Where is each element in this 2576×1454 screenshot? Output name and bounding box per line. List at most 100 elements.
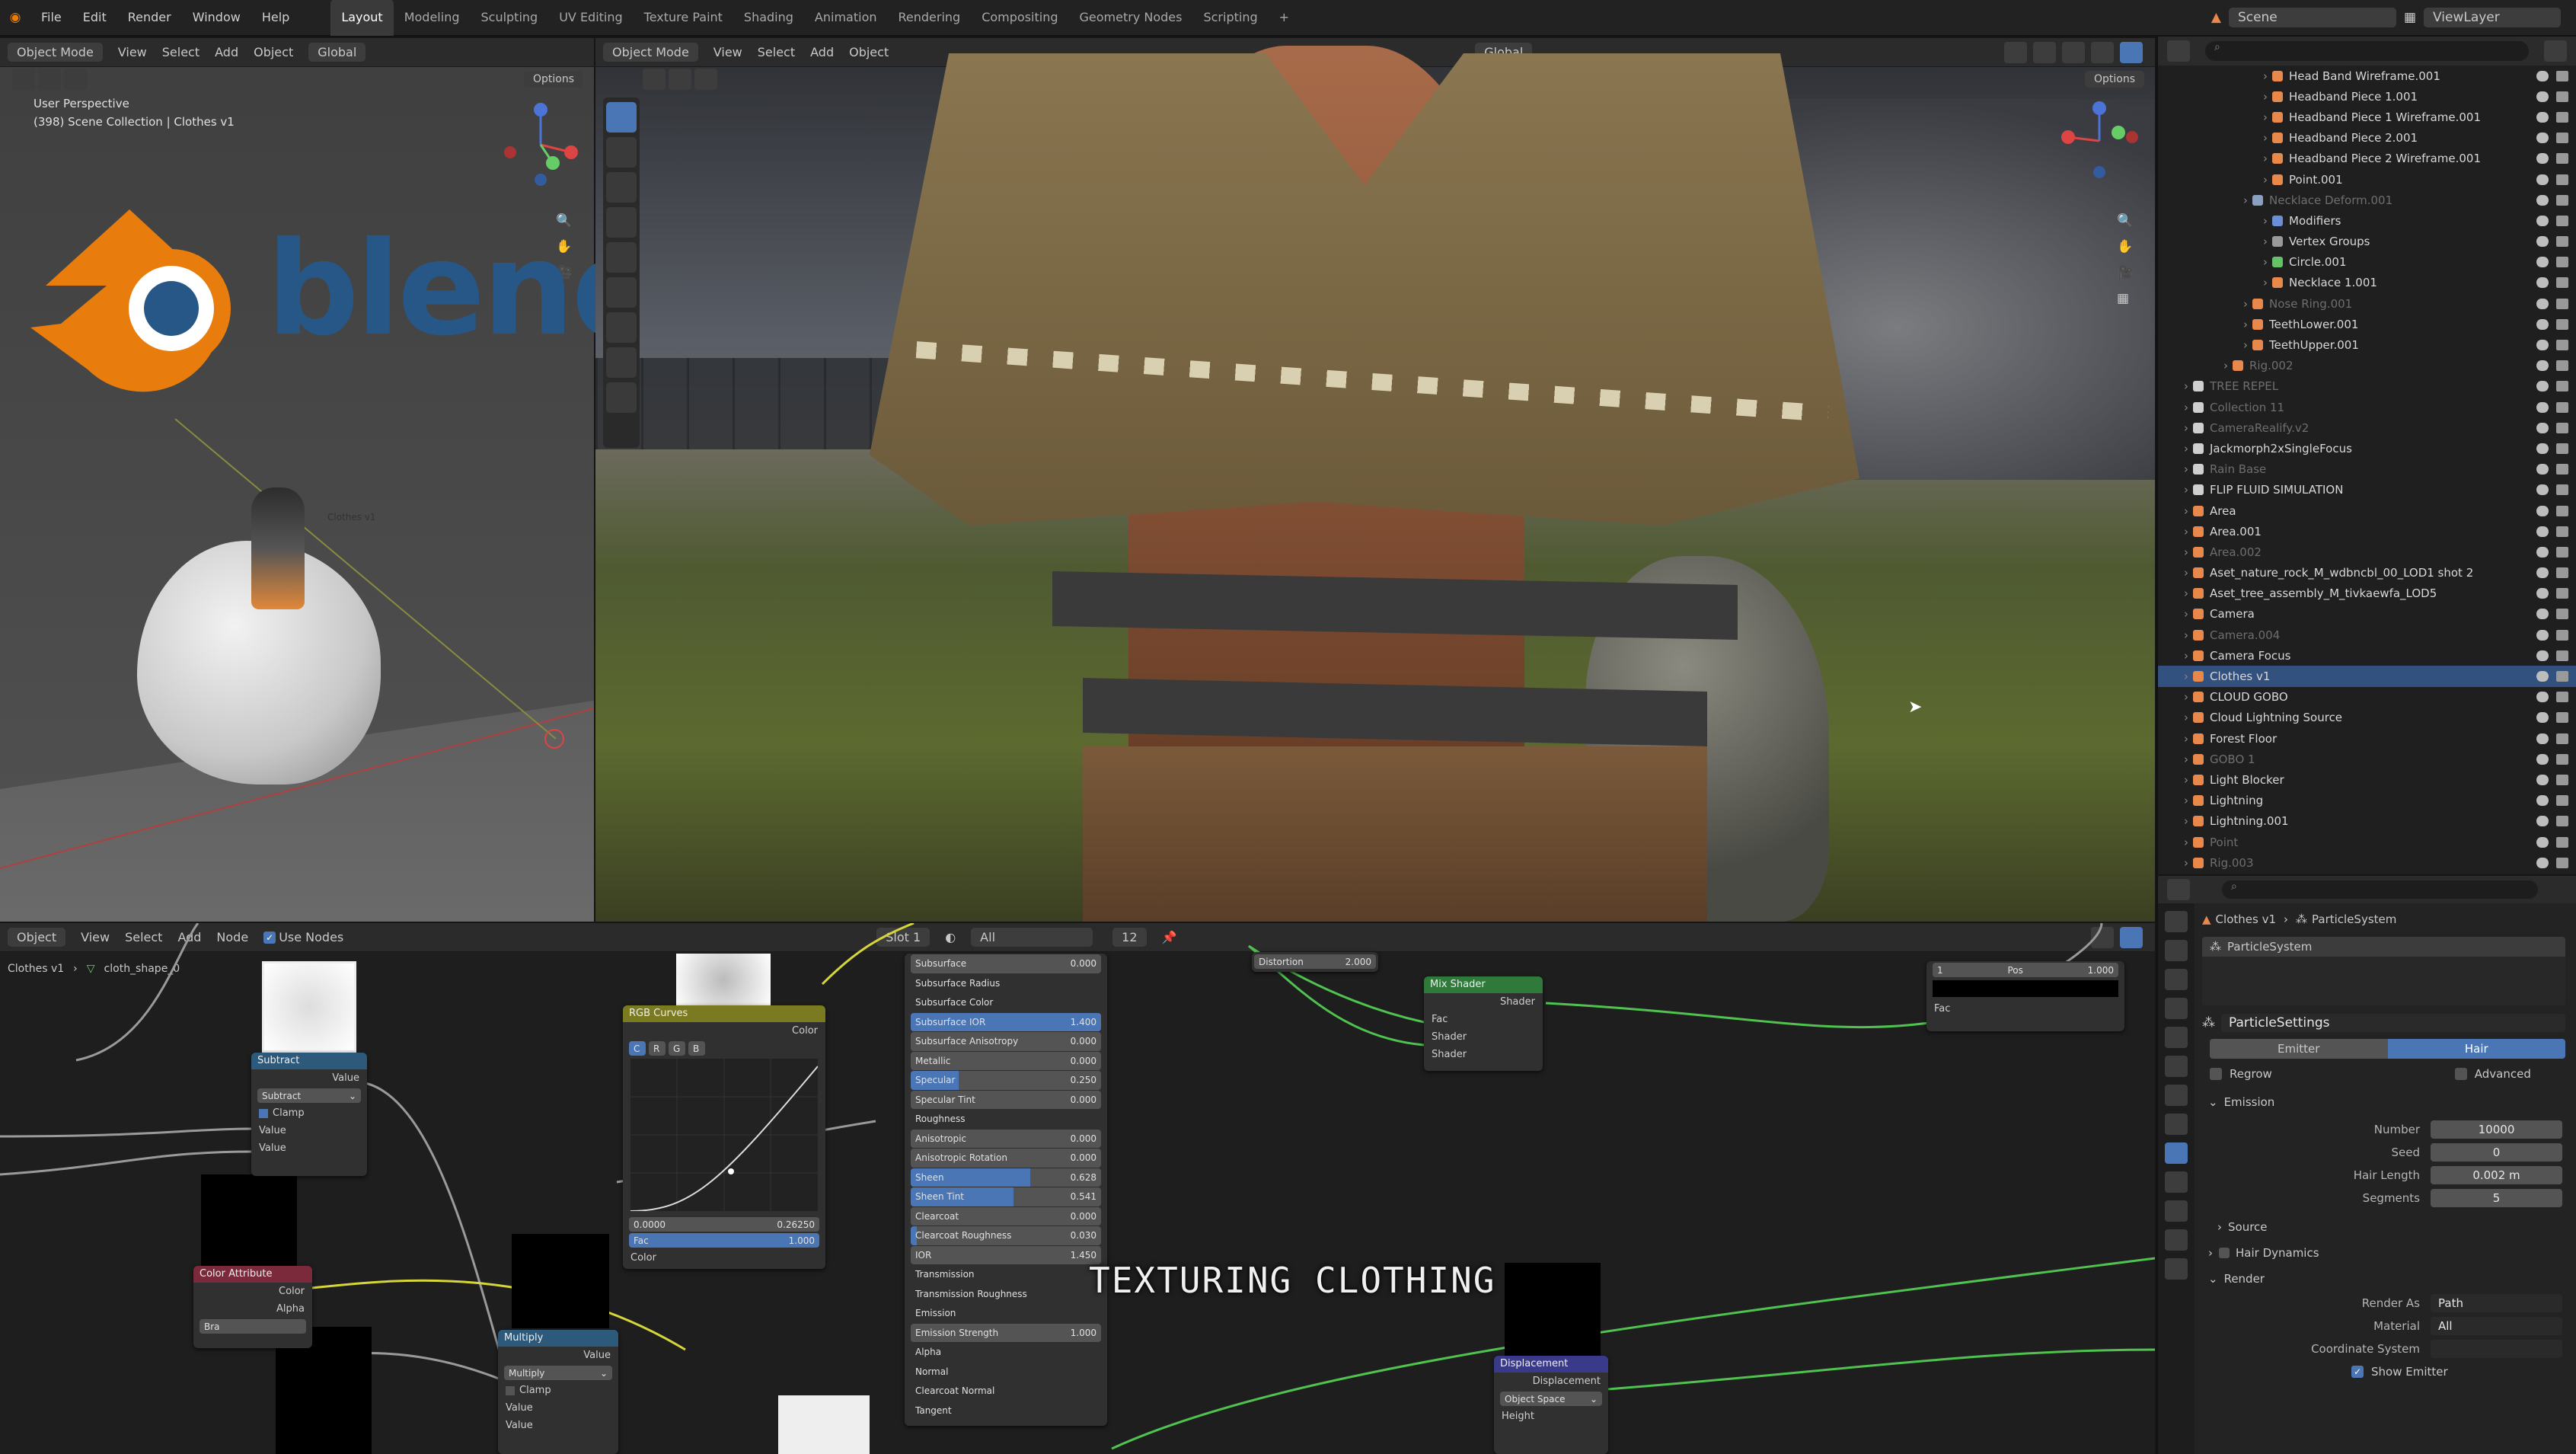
outliner-item[interactable]: › Clothes v1 bbox=[2158, 666, 2576, 687]
chevron-right-icon[interactable]: › bbox=[2184, 525, 2188, 538]
field-value[interactable]: Path bbox=[2431, 1294, 2562, 1312]
visibility-eye-icon[interactable] bbox=[2536, 692, 2549, 703]
visibility-eye-icon[interactable] bbox=[2536, 257, 2549, 268]
color-ramp-node[interactable]: 1 Pos 1.000 Fac bbox=[1926, 961, 2124, 1031]
outliner-item[interactable]: › Aset_nature_rock_M_wdbncbl_00_LOD1 shot… bbox=[2158, 563, 2576, 583]
outliner-item[interactable]: › TeethLower.001 bbox=[2158, 314, 2576, 334]
menu-file[interactable]: File bbox=[30, 0, 72, 36]
chevron-right-icon[interactable]: › bbox=[2243, 318, 2248, 331]
field-value[interactable]: 10000 bbox=[2431, 1120, 2562, 1139]
curves-fac-slider[interactable]: Fac 1.000 bbox=[629, 1233, 819, 1248]
add-cube-tool-icon[interactable] bbox=[606, 382, 637, 413]
ramp-gradient[interactable] bbox=[1933, 980, 2118, 997]
visibility-eye-icon[interactable] bbox=[2536, 153, 2549, 165]
outliner-item[interactable]: › Jackmorph2xSingleFocus bbox=[2158, 438, 2576, 459]
visibility-eye-icon[interactable] bbox=[2536, 753, 2549, 765]
main-menu-select[interactable]: Select bbox=[758, 45, 795, 59]
main-navigation-gizmo[interactable] bbox=[2057, 99, 2141, 183]
rotate-tool-icon[interactable] bbox=[606, 207, 637, 238]
render-camera-icon[interactable] bbox=[2556, 174, 2568, 185]
outliner-item[interactable]: › Aset_tree_assembly_M_tivkaewfa_LOD5 bbox=[2158, 583, 2576, 604]
chevron-right-icon[interactable]: › bbox=[2184, 462, 2188, 476]
measure-tool-icon[interactable] bbox=[606, 347, 637, 378]
visibility-eye-icon[interactable] bbox=[2536, 505, 2549, 516]
field-value[interactable]: 0.002 m bbox=[2431, 1166, 2562, 1184]
principled-bsdf-node[interactable]: Subsurface 0.000 Subsurface Radius Subsurfa… bbox=[905, 954, 1107, 1426]
bsdf-input-row[interactable]: Specular Tint 0.000 bbox=[911, 1090, 1101, 1109]
tab-layout[interactable]: Layout bbox=[330, 0, 394, 36]
scene-props-icon[interactable] bbox=[2165, 1027, 2188, 1048]
render-camera-icon[interactable] bbox=[2556, 753, 2568, 765]
chevron-right-icon[interactable]: › bbox=[2263, 255, 2268, 269]
chevron-right-icon[interactable]: › bbox=[2184, 607, 2188, 621]
bsdf-input-row[interactable]: IOR 1.450 bbox=[911, 1245, 1101, 1264]
visibility-eye-icon[interactable] bbox=[2536, 443, 2549, 454]
outliner-item[interactable]: › Area.001 bbox=[2158, 521, 2576, 542]
render-camera-icon[interactable] bbox=[2556, 567, 2568, 579]
curve-channel-b[interactable]: B bbox=[688, 1041, 705, 1056]
bsdf-input-row[interactable]: Clearcoat Roughness 0.030 bbox=[911, 1226, 1101, 1245]
bsdf-input-row[interactable]: Transmission Roughness bbox=[911, 1285, 1101, 1304]
chevron-right-icon[interactable]: › bbox=[2263, 131, 2268, 145]
main-ortho-icon[interactable]: ▦ bbox=[2117, 291, 2133, 306]
visibility-eye-icon[interactable] bbox=[2536, 194, 2549, 206]
bsdf-input-row[interactable]: Alpha bbox=[911, 1343, 1101, 1362]
particle-settings-field[interactable]: ParticleSettings bbox=[2221, 1014, 2565, 1032]
math-multiply-node[interactable]: Multiply Value Multiply ⌄ Clamp Value Val… bbox=[498, 1330, 618, 1454]
bsdf-input-row[interactable]: Tangent bbox=[911, 1401, 1101, 1420]
visibility-eye-icon[interactable] bbox=[2536, 650, 2549, 661]
main-zoom-icon[interactable]: 🔍 bbox=[2117, 213, 2133, 228]
curve-channel-g[interactable]: G bbox=[669, 1041, 685, 1056]
field-value[interactable]: All bbox=[2431, 1317, 2562, 1335]
visibility-eye-icon[interactable] bbox=[2536, 340, 2549, 351]
world-props-icon[interactable] bbox=[2165, 1056, 2188, 1077]
outliner-item[interactable]: › Camera Focus bbox=[2158, 645, 2576, 666]
render-camera-icon[interactable] bbox=[2556, 484, 2568, 496]
hair-dynamics-checkbox[interactable] bbox=[2219, 1248, 2230, 1258]
type-tab-emitter[interactable]: Emitter bbox=[2210, 1039, 2388, 1059]
data-props-icon[interactable] bbox=[2165, 1229, 2188, 1251]
view-layer-props-icon[interactable] bbox=[2165, 998, 2188, 1019]
render-camera-icon[interactable] bbox=[2556, 609, 2568, 620]
outliner-item[interactable]: › Rig.002 bbox=[2158, 356, 2576, 376]
material-props-icon[interactable] bbox=[2165, 1258, 2188, 1280]
render-camera-icon[interactable] bbox=[2556, 712, 2568, 724]
visibility-eye-icon[interactable] bbox=[2536, 174, 2549, 185]
render-panel-header[interactable]: ⌄ Render bbox=[2202, 1266, 2576, 1292]
emission-panel-header[interactable]: ⌄ Emission bbox=[2202, 1089, 2576, 1115]
chevron-right-icon[interactable]: › bbox=[2243, 193, 2248, 207]
render-camera-icon[interactable] bbox=[2556, 774, 2568, 785]
outliner-item[interactable]: › Headband Piece 1.001 bbox=[2158, 86, 2576, 107]
add-workspace-icon[interactable]: + bbox=[1269, 0, 1300, 36]
show-emitter-checkbox[interactable]: ✓ bbox=[2351, 1366, 2364, 1378]
chevron-right-icon[interactable]: › bbox=[2184, 794, 2188, 807]
tab-animation[interactable]: Animation bbox=[804, 0, 888, 36]
regrow-checkbox[interactable] bbox=[2210, 1068, 2222, 1080]
bsdf-input-row[interactable]: Clearcoat 0.000 bbox=[911, 1206, 1101, 1226]
render-camera-icon[interactable] bbox=[2556, 857, 2568, 868]
outliner-item[interactable]: › Light Blocker bbox=[2158, 769, 2576, 790]
displacement-space-dropdown[interactable]: Object Space ⌄ bbox=[1500, 1392, 1602, 1406]
math-subtract-node[interactable]: Subtract Value Subtract ⌄ Clamp Value Val… bbox=[251, 1053, 367, 1176]
scale-tool-icon[interactable] bbox=[606, 242, 637, 273]
image-texture-preview-2[interactable] bbox=[676, 954, 771, 1007]
properties-search-input[interactable]: ⌕ bbox=[2222, 880, 2538, 899]
tool-props-icon[interactable] bbox=[2165, 911, 2188, 932]
render-camera-icon[interactable] bbox=[2556, 277, 2568, 289]
tab-shading[interactable]: Shading bbox=[733, 0, 804, 36]
bsdf-input-row[interactable]: Subsurface Color bbox=[911, 993, 1101, 1012]
render-camera-icon[interactable] bbox=[2556, 422, 2568, 433]
visibility-eye-icon[interactable] bbox=[2536, 133, 2549, 144]
chevron-right-icon[interactable]: › bbox=[2184, 545, 2188, 559]
visibility-eye-icon[interactable] bbox=[2536, 609, 2549, 620]
render-camera-icon[interactable] bbox=[2556, 588, 2568, 599]
visibility-eye-icon[interactable] bbox=[2536, 546, 2549, 558]
bsdf-input-row[interactable]: Transmission bbox=[911, 1265, 1101, 1284]
render-camera-icon[interactable] bbox=[2556, 816, 2568, 827]
render-camera-icon[interactable] bbox=[2556, 526, 2568, 537]
overlay-toggle-icon[interactable] bbox=[2004, 41, 2027, 63]
rgb-curves-node[interactable]: RGB Curves Color C R G B 0.0000 0.26250 F… bbox=[623, 1005, 825, 1269]
chevron-right-icon[interactable]: › bbox=[2184, 649, 2188, 663]
render-camera-icon[interactable] bbox=[2556, 236, 2568, 248]
chevron-right-icon[interactable]: › bbox=[2263, 110, 2268, 124]
